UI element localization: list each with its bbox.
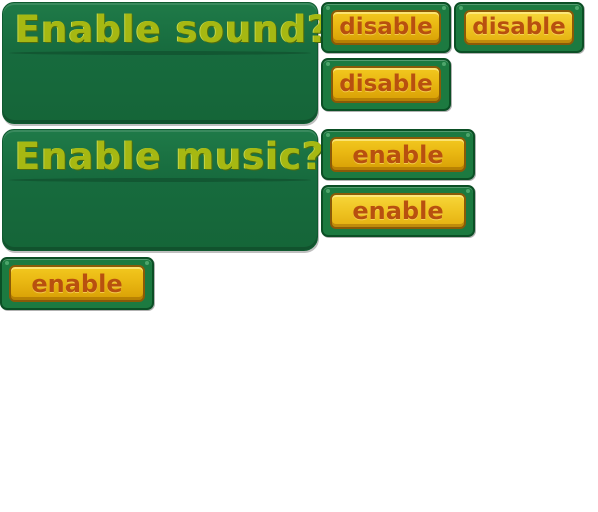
enable-button-pressed[interactable]: enable bbox=[0, 257, 154, 310]
enable-button-label: enable bbox=[31, 269, 123, 298]
music-prompt-title: Enable music? bbox=[15, 135, 325, 178]
disable-button-label: disable bbox=[339, 14, 433, 40]
disable-button-face[interactable]: disable bbox=[331, 66, 441, 103]
enable-button[interactable]: enable bbox=[321, 129, 475, 180]
enable-button-label: enable bbox=[352, 140, 444, 169]
enable-button-face[interactable]: enable bbox=[330, 137, 466, 172]
enable-button-label: enable bbox=[352, 197, 444, 225]
enable-button-face[interactable]: enable bbox=[330, 193, 466, 229]
enable-button-hover[interactable]: enable bbox=[321, 185, 475, 237]
disable-button-pressed[interactable]: disable bbox=[321, 58, 451, 111]
disable-button-label: disable bbox=[339, 71, 433, 97]
music-prompt-panel: Enable music? bbox=[2, 129, 324, 251]
enable-button-face[interactable]: enable bbox=[9, 265, 145, 302]
disable-button-face[interactable]: disable bbox=[331, 10, 441, 45]
disable-button-hover[interactable]: disable bbox=[454, 2, 584, 53]
sound-prompt-title: Enable sound? bbox=[15, 8, 330, 51]
disable-button[interactable]: disable bbox=[321, 2, 451, 53]
disable-button-label: disable bbox=[472, 14, 566, 40]
disable-button-face[interactable]: disable bbox=[464, 10, 574, 45]
sound-prompt-panel: Enable sound? bbox=[2, 2, 329, 124]
